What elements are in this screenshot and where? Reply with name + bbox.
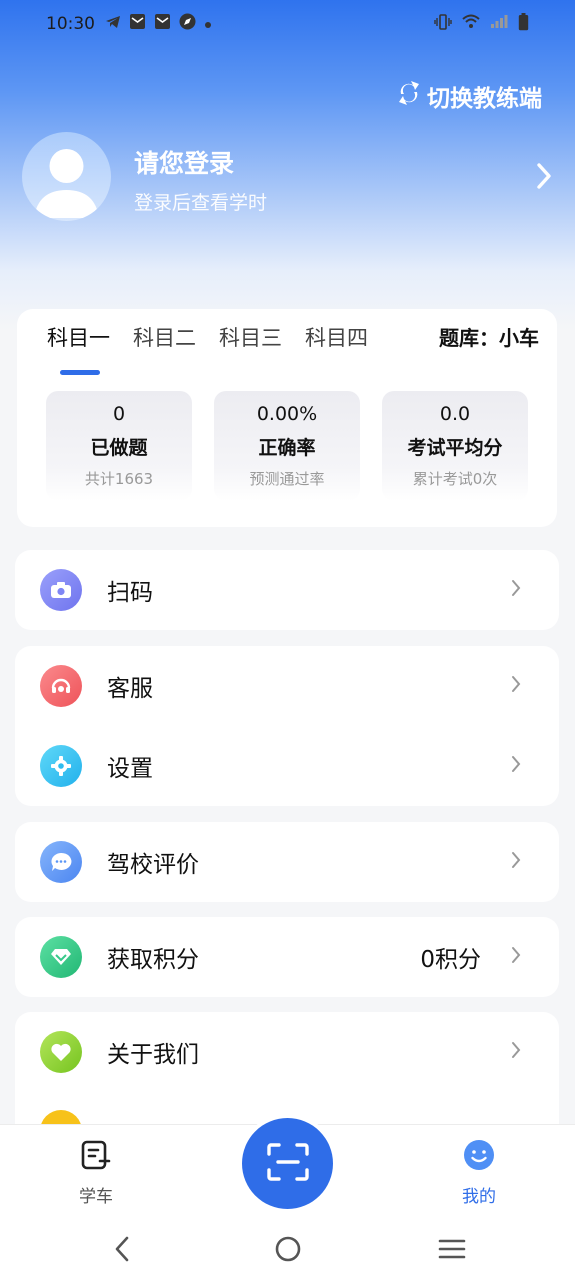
- back-icon[interactable]: [112, 1234, 132, 1268]
- menu-item-service[interactable]: 客服: [15, 646, 555, 726]
- stat-label: 考试平均分: [407, 437, 503, 459]
- tab-subject-1[interactable]: 科目一: [47, 323, 110, 375]
- vibrate-icon: [434, 13, 452, 35]
- login-title: 请您登录: [134, 149, 235, 178]
- avatar: [22, 132, 111, 221]
- mail-icon: [154, 13, 171, 35]
- menu-card-scan: 扫码: [15, 550, 559, 630]
- tab-subject-4[interactable]: 科目四: [305, 323, 368, 359]
- heart-icon: [40, 1031, 82, 1073]
- menu-label-scan: 扫码: [107, 580, 153, 606]
- tab-mine[interactable]: 我的: [439, 1139, 519, 1207]
- battery-icon: [518, 12, 529, 36]
- telegram-icon: [105, 14, 121, 34]
- menu-label-service: 客服: [107, 676, 153, 702]
- diamond-icon: [40, 936, 82, 978]
- camera-icon: [40, 569, 82, 611]
- compass-icon: [179, 13, 196, 35]
- menu-label-points: 获取积分: [107, 947, 199, 973]
- subject-tabs: 科目一 科目二 科目三 科目四: [47, 323, 391, 375]
- chevron-right-icon: [511, 851, 521, 873]
- tab-label: 学车: [79, 1187, 113, 1207]
- menu-label-settings: 设置: [107, 756, 153, 782]
- question-bank-selector[interactable]: 题库：小车: [439, 323, 539, 353]
- tab-subject-2[interactable]: 科目二: [133, 323, 196, 359]
- chat-bubble-icon: [40, 841, 82, 883]
- menu-item-points[interactable]: 获取积分 0积分: [15, 917, 555, 997]
- stat-label: 正确率: [258, 437, 316, 459]
- chevron-right-icon: [511, 946, 521, 968]
- stat-label: 已做题: [90, 437, 148, 459]
- chevron-right-icon: [536, 162, 552, 194]
- headset-icon: [40, 665, 82, 707]
- stat-sub: 共计1663: [84, 470, 154, 488]
- home-icon[interactable]: [274, 1234, 302, 1268]
- chevron-right-icon: [511, 755, 521, 777]
- stat-sub: 预测通过率: [249, 470, 325, 488]
- menu-item-settings[interactable]: 设置: [15, 726, 555, 806]
- stat-sub: 累计考试0次: [412, 470, 498, 488]
- menu-item-scan[interactable]: 扫码: [15, 550, 555, 630]
- recent-apps-icon[interactable]: [438, 1234, 466, 1268]
- system-navigation-bar: [0, 1220, 575, 1280]
- subject-stats-card: 科目一 科目二 科目三 科目四 题库：小车 0 已做题 共计1663 0.00%…: [17, 309, 557, 527]
- document-icon: [80, 1140, 112, 1176]
- stat-exam-average[interactable]: 0.0 考试平均分 累计考试0次: [382, 391, 528, 501]
- switch-icon: [397, 80, 427, 112]
- switch-coach-button[interactable]: 切换教练端: [397, 78, 542, 114]
- smiley-face-icon: [463, 1140, 495, 1176]
- scan-fab-button[interactable]: [242, 1118, 333, 1209]
- stat-value: 0.0: [439, 403, 471, 425]
- login-subtitle: 登录后查看学时: [134, 192, 268, 214]
- stat-value: 0: [112, 403, 126, 425]
- menu-label-about: 关于我们: [107, 1042, 199, 1068]
- status-time: 10:30: [46, 14, 95, 34]
- stat-done[interactable]: 0 已做题 共计1663: [46, 391, 192, 501]
- menu-item-about[interactable]: 关于我们: [15, 1012, 555, 1092]
- chevron-right-icon: [511, 675, 521, 697]
- stat-accuracy[interactable]: 0.00% 正确率 预测通过率: [214, 391, 360, 501]
- notification-dot-icon: [204, 14, 212, 34]
- tab-learn-driving[interactable]: 学车: [56, 1139, 136, 1207]
- signal-icon: [490, 14, 508, 34]
- menu-label-review: 驾校评价: [107, 852, 199, 878]
- login-profile[interactable]: 请您登录 登录后查看学时: [22, 132, 552, 222]
- switch-coach-label: 切换教练端: [427, 86, 542, 112]
- menu-card-review: 驾校评价: [15, 822, 559, 902]
- tab-subject-3[interactable]: 科目三: [219, 323, 282, 359]
- wifi-icon: [462, 14, 480, 34]
- scan-frame-icon: [266, 1142, 310, 1186]
- tab-label: 我的: [462, 1187, 496, 1207]
- chevron-right-icon: [511, 1041, 521, 1063]
- menu-card-service: 客服 设置: [15, 646, 559, 806]
- gear-icon: [40, 745, 82, 787]
- menu-card-points: 获取积分 0积分: [15, 917, 559, 997]
- mail-icon: [129, 13, 146, 35]
- chevron-right-icon: [511, 579, 521, 601]
- points-value: 0积分: [420, 947, 481, 973]
- menu-item-review[interactable]: 驾校评价: [15, 822, 555, 902]
- status-bar: 10:30: [0, 0, 575, 48]
- stat-value: 0.00%: [256, 403, 318, 425]
